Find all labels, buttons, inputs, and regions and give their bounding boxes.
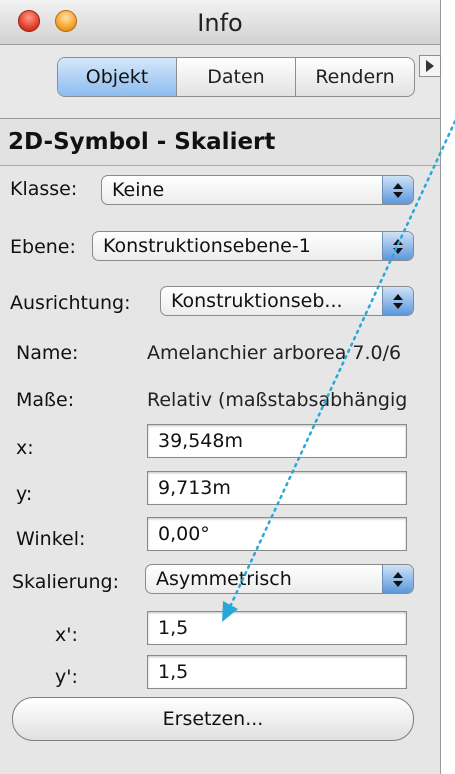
popup-arrows-icon bbox=[382, 565, 413, 593]
ebene-label: Ebene: bbox=[10, 236, 76, 258]
x-scale-label: x': bbox=[55, 624, 78, 646]
skalierung-select[interactable]: Asymmetrisch bbox=[145, 564, 414, 594]
klasse-value: Keine bbox=[112, 179, 165, 201]
ebene-select[interactable]: Konstruktionsebene-1 bbox=[92, 231, 414, 261]
x-scale-field[interactable] bbox=[147, 611, 407, 645]
y-scale-field[interactable] bbox=[147, 655, 407, 689]
tab-rendern[interactable]: Rendern bbox=[295, 58, 414, 96]
tab-bar: Objekt Daten Rendern bbox=[57, 57, 415, 97]
window-title: Info bbox=[197, 9, 243, 37]
ersetzen-button[interactable]: Ersetzen... bbox=[12, 697, 414, 741]
ausrichtung-label: Ausrichtung: bbox=[10, 292, 131, 314]
ebene-value: Konstruktionsebene-1 bbox=[103, 235, 311, 257]
x-scale-input[interactable] bbox=[156, 612, 400, 644]
skalierung-value: Asymmetrisch bbox=[156, 568, 292, 590]
popup-arrows-icon bbox=[382, 232, 413, 260]
triangle-right-icon bbox=[426, 60, 434, 72]
expand-arrow-button[interactable] bbox=[419, 55, 441, 77]
object-type-title: 2D-Symbol - Skaliert bbox=[8, 129, 276, 155]
ausrichtung-select[interactable]: Konstruktionseb... bbox=[160, 286, 414, 316]
klasse-select[interactable]: Keine bbox=[101, 175, 414, 205]
popup-arrows-icon bbox=[382, 287, 413, 315]
y-label: y: bbox=[16, 483, 33, 505]
info-palette: Info Objekt Daten Rendern 2D-Symbol - Sk… bbox=[0, 0, 441, 774]
tab-objekt[interactable]: Objekt bbox=[58, 58, 176, 96]
klasse-label: Klasse: bbox=[10, 178, 78, 200]
name-value: Amelanchier arborea 7.0/6 bbox=[147, 342, 402, 364]
object-header: 2D-Symbol - Skaliert bbox=[0, 118, 440, 166]
tab-daten[interactable]: Daten bbox=[176, 58, 295, 96]
x-input[interactable] bbox=[156, 425, 400, 457]
masse-value: Relativ (maßstabsabhängig bbox=[147, 389, 408, 411]
x-label: x: bbox=[16, 437, 34, 459]
masse-label: Maße: bbox=[16, 389, 75, 411]
x-field[interactable] bbox=[147, 424, 407, 458]
skalierung-label: Skalierung: bbox=[12, 571, 119, 593]
name-label: Name: bbox=[16, 342, 79, 364]
y-input[interactable] bbox=[156, 472, 400, 504]
winkel-input[interactable] bbox=[156, 518, 400, 550]
winkel-field[interactable] bbox=[147, 517, 407, 551]
y-scale-label: y': bbox=[55, 666, 78, 688]
winkel-label: Winkel: bbox=[16, 528, 86, 550]
y-field[interactable] bbox=[147, 471, 407, 505]
ausrichtung-value: Konstruktionseb... bbox=[171, 290, 343, 312]
y-scale-input[interactable] bbox=[156, 656, 400, 688]
popup-arrows-icon bbox=[382, 176, 413, 204]
title-bar[interactable]: Info bbox=[0, 0, 440, 45]
